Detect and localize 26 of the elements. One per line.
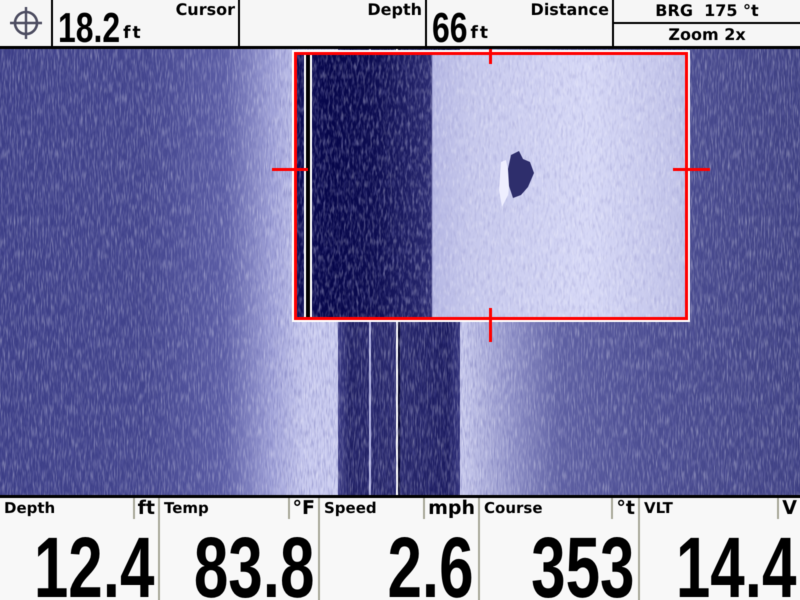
unit-label: V: [777, 498, 800, 519]
bearing-readout: BRG 175 °t: [614, 0, 800, 24]
sonar-target: [499, 151, 534, 207]
readout-value: 2.6: [388, 536, 474, 600]
zoom-level: Zoom 2x: [667, 24, 747, 46]
readout-label: Cursor: [176, 0, 235, 19]
unit-label: °F: [288, 498, 318, 519]
readout-label: Depth: [3, 498, 56, 518]
unit-label: ft: [470, 25, 490, 42]
readout-label: VLT: [643, 498, 673, 518]
unit-label: mph: [423, 498, 478, 519]
unit-label: °t: [611, 498, 638, 519]
readout-value: 83.8: [193, 536, 314, 600]
readout-value: 18.2: [58, 12, 120, 43]
readout-value: 66: [432, 12, 468, 43]
readout-label: Speed: [323, 498, 377, 518]
readout-value: 12.4: [33, 536, 154, 600]
readout-value: 353: [530, 536, 634, 600]
readout-label: Depth: [367, 0, 422, 19]
readout-value: 14.4: [675, 536, 796, 600]
readout-label: Distance: [530, 0, 609, 19]
unit-label: ft: [122, 25, 143, 42]
crosshair-icon: [8, 6, 42, 40]
readout-label: Temp: [163, 498, 209, 518]
readout-label: Course: [483, 498, 542, 518]
unit-label: ft: [132, 498, 158, 519]
